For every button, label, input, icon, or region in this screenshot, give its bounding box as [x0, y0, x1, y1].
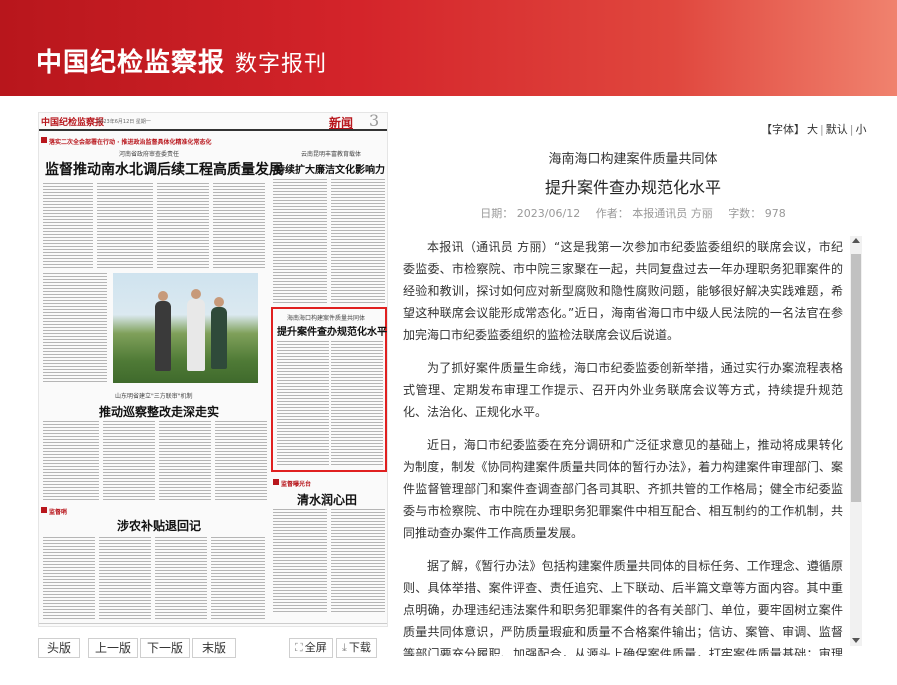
headline-bottom[interactable]: 涉农补贴退回记 [117, 517, 201, 534]
scroll-down-icon[interactable] [852, 638, 860, 643]
fullscreen-button[interactable]: ⛶ 全屏 [289, 638, 333, 658]
text-column [159, 421, 211, 501]
article-wordcount: 字数： 978 [728, 207, 786, 220]
text-column [43, 421, 99, 501]
header-banner: 中国纪检监察报 数字报刊 [0, 0, 897, 96]
text-column [103, 421, 155, 501]
download-icon: ⤓ [342, 641, 347, 654]
newspaper-page[interactable]: 中国纪检监察报 2023年6月12日 星期一 新闻 3 落实二次全会部署在行动 … [38, 112, 388, 627]
font-large-link[interactable]: 大 [807, 123, 818, 136]
masthead-logo: 中国纪检监察报 [41, 118, 105, 128]
text-column [215, 421, 267, 501]
page-number: 3 [369, 112, 380, 130]
kicker-right: 云南昆明丰富教育载体 [301, 151, 362, 158]
tag-top: 落实二次全会部署在行动 · 推进政治监督具体化精准化常态化 [49, 139, 212, 146]
divider [39, 623, 387, 624]
text-column [155, 537, 207, 621]
first-page-button[interactable]: 头版 [38, 638, 80, 658]
text-column [273, 179, 327, 303]
article-paragraph: 本报讯（通讯员 方丽）“这是我第一次参加市纪委监委组织的联席会议，市纪委监委、市… [403, 240, 843, 342]
next-page-button[interactable]: 下一版 [140, 638, 190, 658]
article-scrollbar[interactable] [850, 236, 862, 646]
scroll-thumb[interactable] [851, 254, 861, 502]
brand-name: 中国纪检监察报 [36, 48, 226, 78]
tag-right: 监督曝光台 [281, 481, 312, 488]
headline-main[interactable]: 监督推动南水北调后续工程高质量发展 [45, 159, 283, 179]
download-label: 下载 [348, 641, 371, 654]
article-title: 提升案件查办规范化水平 [544, 178, 721, 197]
text-column [43, 537, 95, 621]
article-meta: 日期： 2023/06/12 作者： 本报通讯员 方丽 字数： 978 [403, 205, 863, 221]
kicker-highlight: 海南海口构建案件质量共同体 [287, 315, 366, 322]
article-paragraph: 据了解，《暂行办法》包括构建案件质量共同体的目标任务、工作理念、遵循原则、具体举… [403, 559, 843, 656]
tag-left: 监督哨 [49, 509, 68, 516]
headline-highlight: 提升案件查办规范化水平 [277, 327, 387, 338]
article-date: 日期： 2023/06/12 [480, 207, 581, 220]
last-page-button[interactable]: 末版 [192, 638, 236, 658]
text-column [211, 537, 265, 621]
article-paragraph: 近日，海口市纪委监委在充分调研和广泛征求意见的基础上，推动将成果转化为制度，制发… [403, 438, 843, 540]
article-paragraph: 为了抓好案件质量生命线，海口市纪委监委创新举措，通过实行办案流程表格式管理、定期… [403, 361, 843, 419]
news-photo[interactable] [113, 273, 258, 383]
text-column [97, 183, 153, 268]
kicker-mid: 山东明省建立"三方联审"机制 [115, 393, 193, 400]
headline-right-bottom[interactable]: 清水润心田 [297, 491, 357, 508]
scroll-up-icon[interactable] [852, 238, 860, 243]
font-size-label: 【字体】 [761, 123, 805, 136]
section-name: 新闻 [329, 116, 354, 130]
text-column [43, 273, 107, 383]
tag-marker [41, 137, 47, 143]
article-body[interactable]: 本报讯（通讯员 方丽）“这是我第一次参加市纪委监委组织的联席会议，市纪委监委、市… [403, 236, 843, 656]
text-column [273, 509, 327, 613]
brand-title: 中国纪检监察报 数字报刊 [36, 42, 327, 79]
text-column [277, 341, 329, 467]
text-column [331, 179, 385, 303]
article-author: 作者： 本报通讯员 方丽 [595, 207, 713, 220]
text-column [99, 537, 151, 621]
tag-marker [41, 507, 47, 513]
headline-right[interactable]: 持续扩大廉洁文化影响力 [275, 161, 385, 176]
text-column [331, 341, 383, 467]
font-size-control: 【字体】大 | 默认 | 小 [761, 123, 867, 136]
newspaper-masthead: 中国纪检监察报 2023年6月12日 星期一 新闻 3 [39, 112, 387, 131]
headline-mid[interactable]: 推动巡察整改走深走实 [99, 403, 219, 420]
tag-marker [273, 479, 279, 485]
text-column [213, 183, 265, 268]
text-column [331, 509, 385, 613]
highlighted-article[interactable]: 海南海口构建案件质量共同体 提升案件查办规范化水平 [271, 307, 387, 472]
prev-page-button[interactable]: 上一版 [88, 638, 138, 658]
kicker-left: 河南省政府审查委责任 [119, 151, 180, 158]
font-default-link[interactable]: 默认 [826, 123, 848, 136]
fullscreen-label: 全屏 [304, 641, 327, 654]
fullscreen-icon: ⛶ [295, 641, 303, 654]
text-column [157, 183, 209, 268]
download-button[interactable]: ⤓ 下载 [336, 638, 377, 658]
article-subtitle: 海南海口构建案件质量共同体 [548, 152, 718, 167]
text-column [43, 183, 93, 268]
masthead-date: 2023年6月12日 星期一 [97, 119, 151, 125]
brand-subtitle: 数字报刊 [235, 52, 328, 77]
font-small-link[interactable]: 小 [855, 123, 866, 136]
